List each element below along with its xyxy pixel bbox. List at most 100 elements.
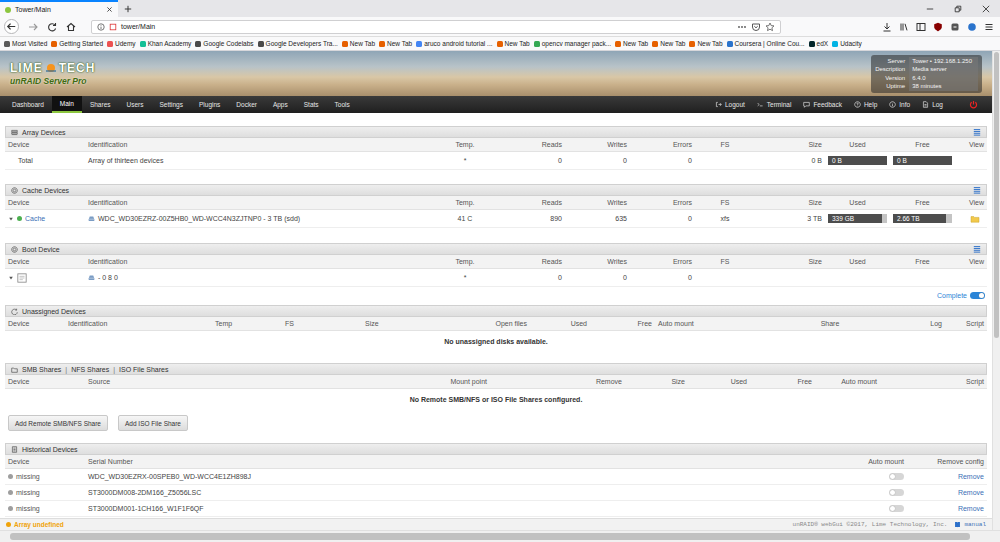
extension-icon[interactable] xyxy=(950,22,960,32)
info-value: Tower • 192.168.1.250 xyxy=(909,57,978,66)
bookmark[interactable]: aruco android tutorial ... xyxy=(416,40,492,47)
menu-action-icon xyxy=(889,101,896,108)
reload-icon[interactable] xyxy=(47,22,57,32)
usage-bar: 339 GB xyxy=(828,214,887,223)
menu-item[interactable]: Users xyxy=(119,96,152,113)
bookmark[interactable]: New Tab xyxy=(379,40,412,47)
complete-toggle[interactable] xyxy=(970,292,985,299)
extension-icon[interactable] xyxy=(967,22,977,32)
section-tab[interactable]: NFS Shares xyxy=(71,366,109,373)
column-header: Size xyxy=(755,141,825,148)
menu-item[interactable]: Stats xyxy=(296,96,327,113)
menu-action[interactable]: Help xyxy=(848,96,883,113)
back-icon[interactable] xyxy=(4,19,19,34)
close-window-icon[interactable] xyxy=(982,5,990,13)
menu-item[interactable]: Shares xyxy=(82,96,119,113)
auto-mount-toggle[interactable] xyxy=(889,489,904,496)
menu-action[interactable]: Logout xyxy=(709,96,751,113)
folder-icon[interactable] xyxy=(970,215,980,223)
sidebar-icon[interactable] xyxy=(916,22,926,32)
bookmark[interactable]: New Tab xyxy=(652,40,685,47)
remove-link[interactable]: Remove xyxy=(958,505,984,512)
bookmark[interactable]: Google Developers Tra... xyxy=(258,40,338,47)
menu-action[interactable]: Terminal xyxy=(751,96,798,113)
remove-link[interactable]: Remove xyxy=(958,473,984,480)
bookmark[interactable]: Coursera | Online Cou... xyxy=(727,40,805,47)
menu-action[interactable]: Feedback xyxy=(797,96,848,113)
table-cell: Total xyxy=(5,157,85,164)
bookmark[interactable]: New Tab xyxy=(497,40,530,47)
info-icon[interactable] xyxy=(97,23,105,31)
star-icon[interactable] xyxy=(765,22,775,32)
usage-bar: 0 B xyxy=(893,156,952,165)
device-section: Cache DevicesDeviceIdentificationTemp.Re… xyxy=(5,184,987,228)
forward-icon[interactable] xyxy=(28,22,38,32)
list-view-icon[interactable] xyxy=(973,128,981,136)
power-icon[interactable] xyxy=(969,100,978,109)
bookmark[interactable]: New Tab xyxy=(342,40,375,47)
section-tab[interactable]: ISO File Shares xyxy=(119,366,168,373)
column-header: Used xyxy=(530,320,590,327)
device-name[interactable]: Cache xyxy=(25,215,45,222)
browser-tab[interactable]: Tower/Main xyxy=(0,0,118,17)
home-icon[interactable] xyxy=(66,22,76,32)
bookmark[interactable]: New Tab xyxy=(615,40,648,47)
expand-icon[interactable] xyxy=(8,275,14,281)
logo[interactable]: LIMETECHunRAID Server Pro xyxy=(10,61,95,86)
remove-link[interactable]: Remove xyxy=(958,489,984,496)
vertical-scrollbar[interactable] xyxy=(992,51,1000,530)
bookmark[interactable]: Google Codelabs xyxy=(195,40,253,47)
table-header: DeviceSourceMount pointRemoveSizeUsedFre… xyxy=(5,375,987,389)
ublock-icon[interactable] xyxy=(933,22,943,32)
menu-action[interactable]: Log xyxy=(916,96,949,113)
table-cell: 0 B xyxy=(890,156,955,165)
column-header: Temp. xyxy=(430,258,500,265)
horizontal-scrollbar[interactable] xyxy=(0,530,1000,542)
menu-icon[interactable] xyxy=(984,22,994,32)
menu-action-icon xyxy=(854,101,861,108)
add-share-button[interactable]: Add Remote SMB/NFS Share xyxy=(8,415,108,431)
section-tab[interactable]: SMB Shares xyxy=(22,366,61,373)
manual-link[interactable]: manual xyxy=(964,521,986,528)
table-header: DeviceSerial NumberAuto mountRemove conf… xyxy=(5,455,987,469)
menu-item[interactable]: Apps xyxy=(265,96,296,113)
table-cell: xfs xyxy=(695,215,755,222)
bookmark[interactable]: edX xyxy=(809,40,829,47)
download-icon[interactable] xyxy=(882,22,892,32)
menu-item[interactable]: Main xyxy=(52,96,82,113)
library-icon[interactable] xyxy=(899,22,909,32)
url-field[interactable]: tower/Main xyxy=(91,20,781,34)
table-cell: 3 TB xyxy=(755,215,825,222)
drive-icon xyxy=(88,215,95,222)
add-share-button[interactable]: Add ISO File Share xyxy=(118,415,188,431)
favicon-icon xyxy=(5,7,11,13)
auto-mount-toggle[interactable] xyxy=(889,473,904,480)
new-tab-icon[interactable] xyxy=(124,5,132,13)
list-view-icon[interactable] xyxy=(973,245,981,253)
pocket-icon[interactable] xyxy=(751,22,761,32)
menu-item[interactable]: Docker xyxy=(228,96,265,113)
close-icon[interactable] xyxy=(106,6,113,13)
expand-icon[interactable] xyxy=(8,216,14,222)
menu-item[interactable]: Dashboard xyxy=(4,96,52,113)
bookmark[interactable]: New Tab xyxy=(689,40,722,47)
bookmark[interactable]: Most Visited xyxy=(4,40,47,47)
minimize-icon[interactable] xyxy=(926,5,934,13)
empty-message: No Remote SMB/NFS or ISO File Shares con… xyxy=(5,389,987,409)
menu-action-icon xyxy=(757,101,764,108)
bookmark[interactable]: Khan Academy xyxy=(140,40,192,47)
table-header: DeviceIdentificationTemp.ReadsWritesErro… xyxy=(5,255,987,269)
list-view-icon[interactable] xyxy=(973,186,981,194)
bookmark[interactable]: Udemy xyxy=(107,40,136,47)
menu-item[interactable]: Tools xyxy=(327,96,358,113)
bookmark[interactable]: Getting Started xyxy=(51,40,103,47)
auto-mount-toggle[interactable] xyxy=(889,505,904,512)
bookmark[interactable]: Udacity xyxy=(832,40,862,47)
menu-item[interactable]: Settings xyxy=(152,96,192,113)
menu-action[interactable]: Info xyxy=(883,96,916,113)
bookmark[interactable]: opencv manager pack... xyxy=(534,40,611,47)
restore-icon[interactable] xyxy=(954,5,962,13)
menu-item[interactable]: Plugins xyxy=(191,96,228,113)
page-actions-icon[interactable] xyxy=(737,22,747,32)
column-header: FS xyxy=(695,141,755,148)
